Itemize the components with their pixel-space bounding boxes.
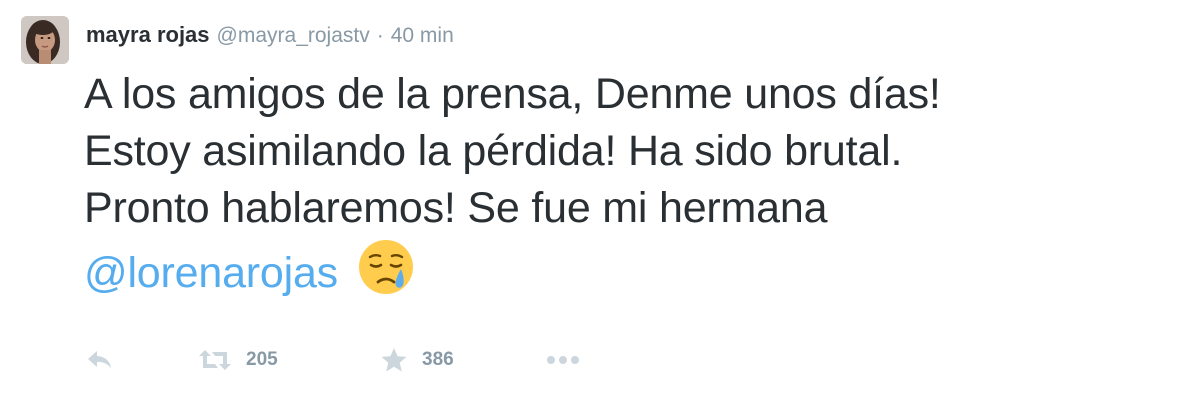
avatar[interactable]	[21, 16, 69, 64]
favorite-button[interactable]: 386	[380, 347, 484, 373]
reply-icon	[86, 349, 114, 371]
sad-face-emoji-icon	[356, 237, 416, 297]
reply-button[interactable]	[86, 349, 126, 371]
tweet-line-3: Pronto hablaremos! Se fue mi hermana	[84, 184, 828, 232]
retweet-count: 205	[246, 349, 278, 370]
avatar-image	[21, 16, 69, 64]
retweet-icon	[198, 348, 232, 372]
tweet-line-1: A los amigos de la prensa, Denme unos dí…	[84, 70, 941, 118]
tweet-line-2: Estoy asimilando la pérdida! Ha sido bru…	[84, 127, 903, 175]
timestamp[interactable]: 40 min	[391, 24, 454, 48]
star-icon	[380, 347, 408, 373]
more-dots-icon	[546, 355, 580, 365]
favorite-count: 386	[422, 349, 454, 370]
mention-link[interactable]: @lorenarojas	[84, 249, 338, 297]
tweet-actions: 205 386	[86, 342, 580, 378]
separator-dot: ·	[376, 24, 384, 47]
tweet-text: A los amigos de la prensa, Denme unos dí…	[84, 66, 1184, 302]
retweet-button[interactable]: 205	[198, 348, 308, 372]
tweet: mayra rojas @mayra_rojastv · 40 min A lo…	[0, 0, 1200, 408]
tweet-header: mayra rojas @mayra_rojastv · 40 min	[86, 22, 454, 54]
more-button[interactable]	[546, 355, 580, 365]
user-handle[interactable]: @mayra_rojastv	[217, 24, 370, 48]
user-fullname[interactable]: mayra rojas	[86, 22, 210, 48]
tweet-line-4: @lorenarojas	[84, 237, 1184, 302]
